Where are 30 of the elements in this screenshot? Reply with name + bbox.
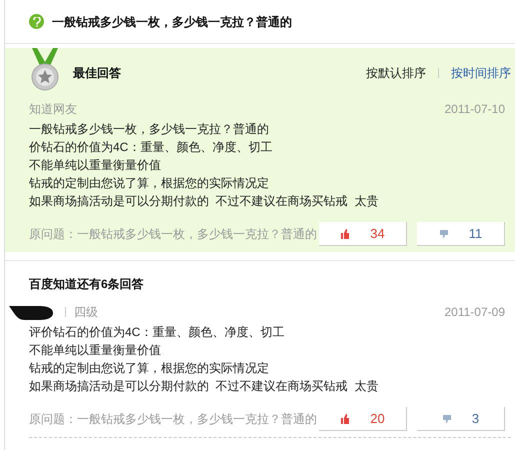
thumbs-down-icon xyxy=(442,414,452,424)
thumbs-up-icon xyxy=(340,228,350,238)
answer-line: 不能单纯以重量衡量价值 xyxy=(29,157,162,174)
question-title: 一般钻戒多少钱一枚，多少钱一克拉？普通的 xyxy=(52,14,292,30)
upvote-button[interactable]: 20 xyxy=(319,407,407,431)
answer-line: 一般钻戒多少钱一枚，多少钱一克拉？普通的 xyxy=(29,121,270,138)
answer-date: 2011-07-09 xyxy=(444,304,505,321)
question-icon xyxy=(29,14,44,29)
sort-link[interactable]: 按时间排序 xyxy=(451,64,511,82)
thumbs-up-icon xyxy=(340,414,350,424)
answer-line: 如果商场搞活动是可以分期付款的 不过不建议在商场买钻戒 太贵 xyxy=(29,378,380,395)
answer-line: 价钻石的价值为4C：重量、颜色、净度、切工 xyxy=(29,139,274,156)
original-question: 原问题：一般钻戒多少钱一枚，多少钱一克拉？普通的 xyxy=(29,411,317,428)
answer-date: 2011-07-10 xyxy=(444,101,505,118)
thumbs-down-icon xyxy=(438,228,449,238)
best-answer-heading: 最佳回答 xyxy=(73,65,121,82)
author-name: 知道网友 xyxy=(29,101,77,118)
upvote-button[interactable]: 34 xyxy=(319,222,407,246)
sort-link[interactable]: 按默认排序 xyxy=(366,64,426,82)
user-level: 四级 xyxy=(74,304,98,321)
original-question: 原问题：一般钻戒多少钱一枚，多少钱一克拉？普通的 xyxy=(29,226,317,243)
downvote-button[interactable]: 11 xyxy=(417,222,505,246)
answer-line: 评价钻石的价值为4C：重量、颜色、净度、切工 xyxy=(29,324,286,341)
answer-line: 钻戒的定制由您说了算，根据您的实际情况定 xyxy=(29,360,270,377)
more-answers-heading: 百度知道还有6条回答 xyxy=(29,276,145,293)
answer-line: 不能单纯以重量衡量价值 xyxy=(29,342,162,359)
answer-line: 如果商场搞活动是可以分期付款的 不过不建议在商场买钻戒 太贵 xyxy=(29,193,380,210)
answer-line: 钻戒的定制由您说了算，根据您的实际情况定 xyxy=(29,175,270,192)
downvote-button[interactable]: 3 xyxy=(417,407,505,431)
medal-icon xyxy=(29,48,61,92)
